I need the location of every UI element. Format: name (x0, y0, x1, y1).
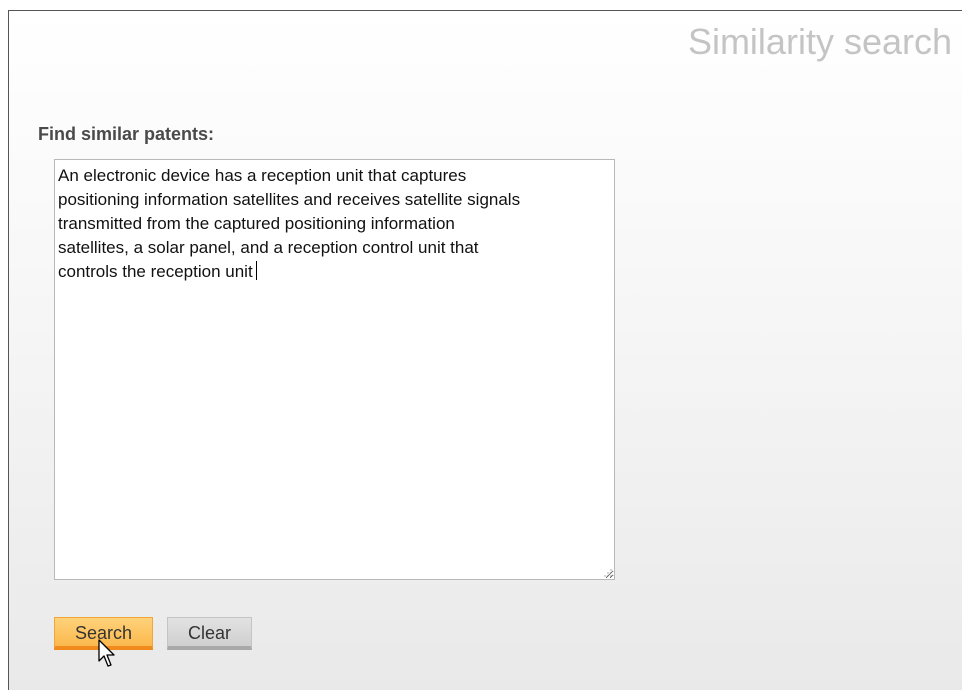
page-title: Similarity search (687, 21, 952, 62)
search-panel: Similarity search Find similar patents: … (8, 10, 962, 690)
clear-button[interactable]: Clear (167, 617, 252, 650)
resize-grip-icon[interactable] (602, 567, 612, 577)
query-text: An electronic device has a reception uni… (58, 166, 521, 281)
mouse-pointer-icon (98, 639, 115, 667)
text-caret (255, 261, 257, 280)
patent-query-textarea[interactable]: An electronic device has a reception uni… (54, 159, 615, 580)
form-heading: Find similar patents: (38, 124, 215, 144)
